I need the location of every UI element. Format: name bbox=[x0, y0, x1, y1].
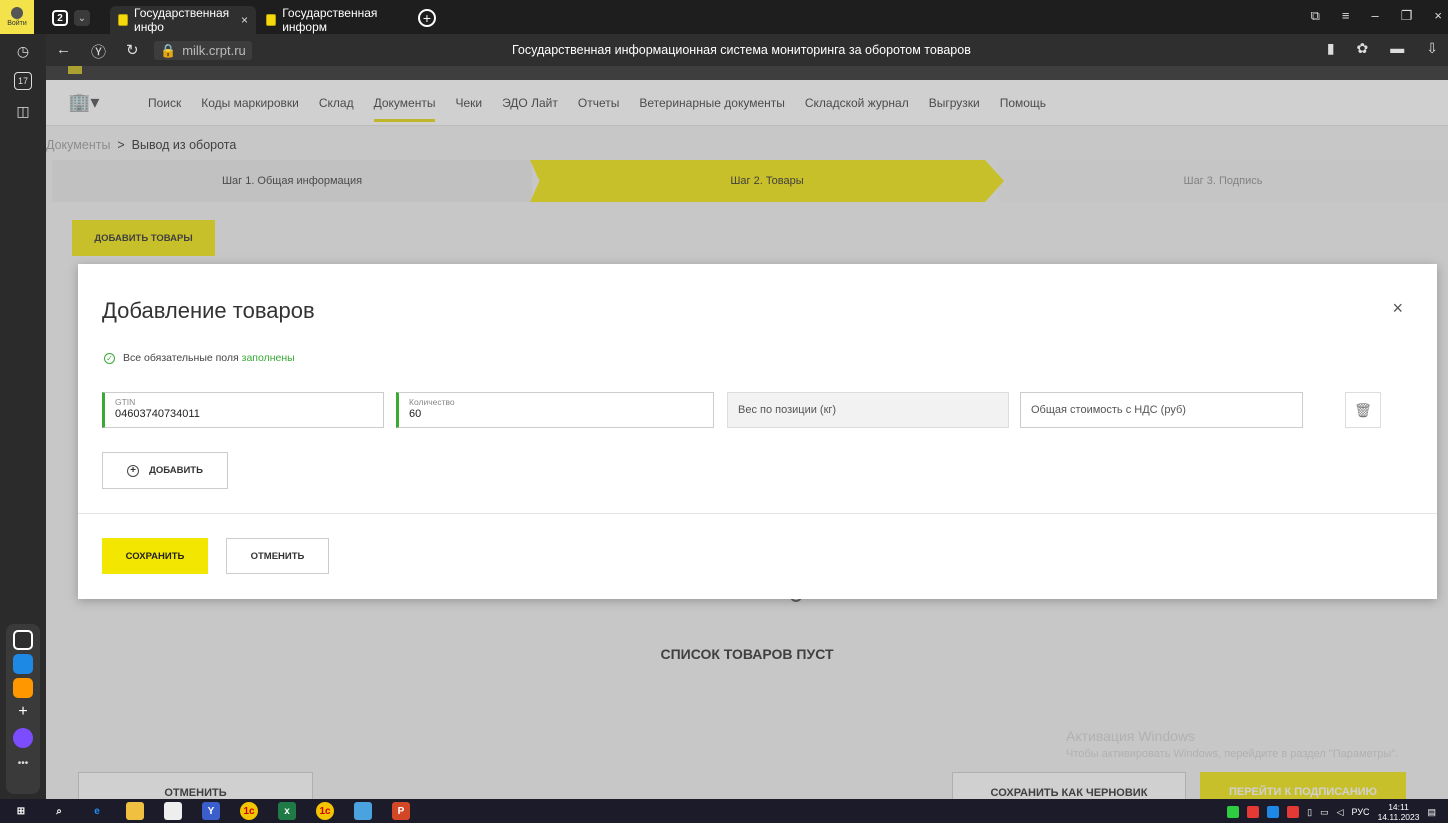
tab-title: Государственная информ bbox=[282, 6, 378, 34]
calendar-icon[interactable]: 17 bbox=[14, 72, 32, 90]
tab-close-icon[interactable]: × bbox=[241, 13, 248, 27]
browser-tab-1[interactable]: Государственная инфо × bbox=[110, 6, 256, 34]
messenger-icon[interactable] bbox=[13, 654, 33, 674]
app-icon[interactable] bbox=[354, 802, 372, 820]
close-icon[interactable]: × bbox=[1392, 298, 1403, 319]
browser-tab-2[interactable]: Государственная информ bbox=[258, 6, 408, 34]
volume-icon[interactable]: ◁ bbox=[1337, 807, 1344, 818]
plus-circle-icon: + bbox=[127, 464, 140, 477]
extension-icon[interactable]: ✿ bbox=[1357, 40, 1369, 57]
ie-browser-icon[interactable]: e bbox=[88, 802, 106, 820]
windows-taskbar: ⊞ ⌕ e Y 1c x 1c P ▯ ▭ ◁ РУС 14:11 14.11.… bbox=[0, 799, 1448, 823]
browser-sidepanel: ◷ 17 ◫ + ••• bbox=[0, 34, 46, 799]
back-arrow-icon[interactable]: ← bbox=[56, 41, 71, 62]
delete-row-trash-icon[interactable]: 🗑 bbox=[1345, 392, 1381, 428]
tab-title: Государственная инфо bbox=[134, 6, 230, 34]
gtin-field[interactable]: GTIN 04603740734011 bbox=[102, 392, 384, 428]
file-explorer-icon[interactable] bbox=[126, 802, 144, 820]
weight-placeholder: Вес по позиции (кг) bbox=[738, 404, 837, 416]
required-text: Все обязательные поля bbox=[123, 352, 239, 364]
clock-date: 14.11.2023 bbox=[1377, 812, 1420, 822]
notifications-icon[interactable]: ▤ bbox=[1427, 807, 1436, 818]
yandex-icon[interactable]: Ⓨ bbox=[91, 41, 106, 62]
site-favicon-icon bbox=[118, 14, 129, 26]
address-bar: ← Ⓨ ↻ 🔒 milk.crpt.ru Государственная инф… bbox=[0, 34, 1448, 66]
battery-icon[interactable]: ▯ bbox=[1307, 807, 1312, 818]
close-window-icon[interactable]: × bbox=[1434, 8, 1442, 24]
alice-chat-icon[interactable] bbox=[13, 630, 33, 650]
powerpoint-icon[interactable]: P bbox=[392, 802, 410, 820]
network-icon[interactable]: ▭ bbox=[1320, 807, 1329, 818]
1c-icon[interactable]: 1c bbox=[240, 802, 258, 820]
login-button[interactable]: Войти bbox=[0, 0, 34, 34]
1c-icon-2[interactable]: 1c bbox=[316, 802, 334, 820]
gtin-value: 04603740734011 bbox=[115, 408, 200, 420]
add-goods-modal: Добавление товаров × ✓ Все обязательные … bbox=[78, 264, 1437, 599]
save-button[interactable]: СОХРАНИТЬ bbox=[102, 538, 208, 574]
toolbar-icons: ▮ ✿ ▬ ⇩ bbox=[1327, 40, 1438, 57]
lock-icon: 🔒 bbox=[160, 42, 177, 58]
protect-icon[interactable]: ▬ bbox=[1390, 40, 1404, 57]
add-row-label: ДОБАВИТЬ bbox=[149, 465, 203, 476]
modal-title: Добавление товаров bbox=[102, 298, 315, 323]
notepad-icon[interactable] bbox=[164, 802, 182, 820]
menu-icon[interactable]: ≡ bbox=[1342, 8, 1350, 24]
check-circle-icon: ✓ bbox=[104, 352, 115, 364]
bookmark-icon[interactable]: ▮ bbox=[1327, 40, 1335, 57]
url-field[interactable]: 🔒 milk.crpt.ru bbox=[154, 41, 252, 60]
avatar-icon bbox=[11, 7, 23, 19]
downloads-icon[interactable]: ⇩ bbox=[1426, 40, 1438, 57]
quantity-value: 60 bbox=[409, 408, 422, 420]
login-label: Войти bbox=[7, 20, 27, 27]
alice-icon[interactable] bbox=[13, 728, 33, 748]
tab-menu-chevron-icon[interactable]: ⌄ bbox=[74, 10, 90, 26]
quantity-label: Количество bbox=[409, 397, 455, 407]
tabs-view-icon[interactable]: ⧉ bbox=[1311, 8, 1320, 24]
reload-icon[interactable]: ↻ bbox=[126, 41, 139, 62]
total-cost-placeholder: Общая стоимость с НДС (руб) bbox=[1031, 404, 1186, 416]
new-tab-plus-icon[interactable]: + bbox=[418, 9, 436, 27]
tray-app-icon[interactable] bbox=[1267, 806, 1280, 818]
clock-time: 14:11 bbox=[1388, 802, 1409, 812]
search-icon[interactable]: ⌕ bbox=[50, 802, 68, 820]
collections-icon[interactable]: ◫ bbox=[14, 102, 32, 120]
add-row-button[interactable]: + ДОБАВИТЬ bbox=[102, 452, 228, 489]
start-windows-icon[interactable]: ⊞ bbox=[12, 802, 30, 820]
taskbar-apps: ⊞ ⌕ e Y 1c x 1c P bbox=[12, 802, 410, 820]
more-icon[interactable]: ••• bbox=[13, 758, 33, 778]
add-panel-icon[interactable]: + bbox=[13, 702, 33, 722]
excel-icon[interactable]: x bbox=[278, 802, 296, 820]
url-text: milk.crpt.ru bbox=[182, 43, 246, 58]
cancel-button[interactable]: ОТМЕНИТЬ bbox=[226, 538, 329, 574]
shield-icon[interactable] bbox=[1227, 806, 1240, 818]
antivirus-icon[interactable] bbox=[1247, 806, 1260, 818]
tray-app-2-icon[interactable] bbox=[1287, 806, 1300, 818]
required-status: заполнены bbox=[241, 352, 295, 364]
weight-field: Вес по позиции (кг) bbox=[727, 392, 1009, 428]
page-title: Государственная информационная система м… bbox=[512, 43, 971, 57]
quantity-field[interactable]: Количество 60 bbox=[396, 392, 714, 428]
sidepanel-dock: + ••• bbox=[6, 624, 40, 794]
gtin-label: GTIN bbox=[115, 397, 136, 407]
window-controls: ⧉ ≡ – ❐ × bbox=[1311, 8, 1442, 24]
clock[interactable]: 14:11 14.11.2023 bbox=[1378, 802, 1420, 822]
site-favicon-icon bbox=[266, 14, 277, 26]
browser-tabbar: Войти 2 ⌄ Государственная инфо × Государ… bbox=[0, 0, 1448, 34]
modal-divider bbox=[78, 513, 1437, 514]
maximize-icon[interactable]: ❐ bbox=[1401, 8, 1413, 24]
required-fields-status: ✓ Все обязательные поля заполнены bbox=[104, 352, 295, 364]
language-indicator[interactable]: РУС bbox=[1352, 807, 1370, 817]
total-cost-field[interactable]: Общая стоимость с НДС (руб) bbox=[1020, 392, 1303, 428]
nav-buttons: ← Ⓨ ↻ bbox=[56, 41, 139, 62]
tab-count-badge[interactable]: 2 bbox=[52, 10, 68, 26]
yandex-browser-icon[interactable]: Y bbox=[202, 802, 220, 820]
minimize-icon[interactable]: – bbox=[1372, 8, 1379, 24]
mail-icon[interactable] bbox=[13, 678, 33, 698]
history-icon[interactable]: ◷ bbox=[14, 42, 32, 60]
system-tray: ▯ ▭ ◁ РУС 14:11 14.11.2023 ▤ bbox=[1227, 802, 1436, 822]
